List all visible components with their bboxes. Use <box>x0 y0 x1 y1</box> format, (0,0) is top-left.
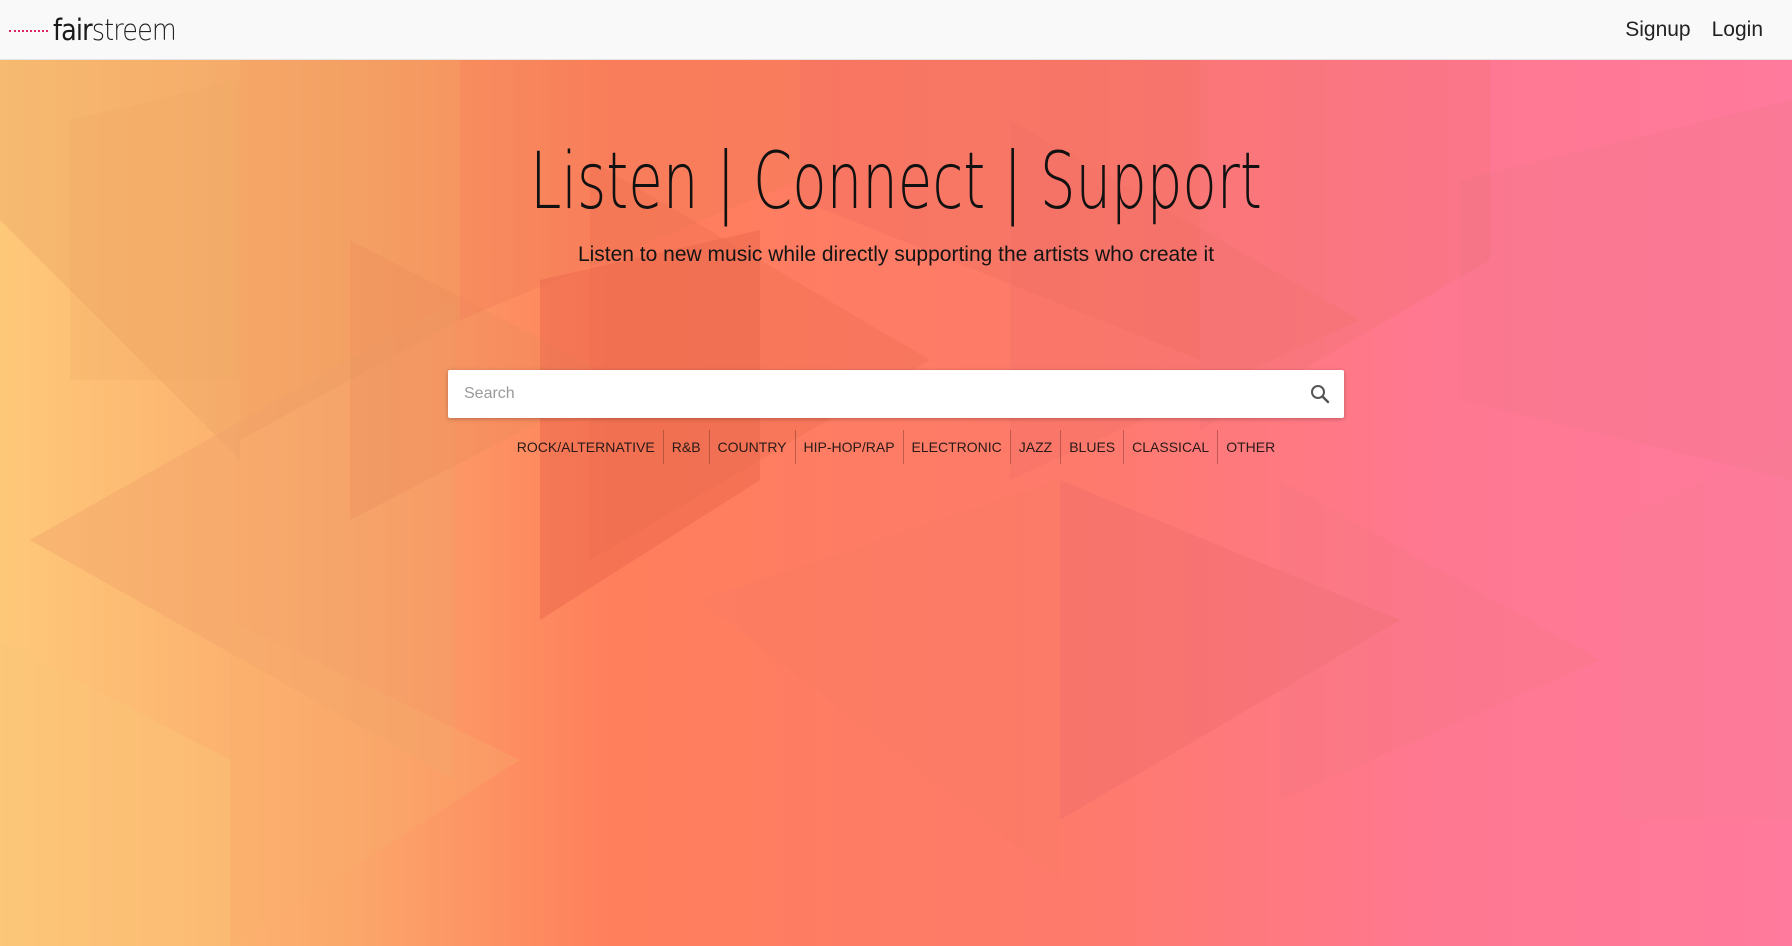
login-link[interactable]: Login <box>1712 18 1763 42</box>
brand-name-streem: streem <box>91 13 177 47</box>
genre-list: ROCK/ALTERNATIVE R&B COUNTRY HIP-HOP/RAP… <box>0 430 1792 464</box>
genre-link-rock-alternative[interactable]: ROCK/ALTERNATIVE <box>509 430 663 464</box>
top-navbar: fairstreem Signup Login <box>0 0 1792 60</box>
search-bar <box>448 370 1344 418</box>
hero-subtitle: Listen to new music while directly suppo… <box>577 243 1215 266</box>
genre-link-classical[interactable]: CLASSICAL <box>1123 430 1217 464</box>
signup-link[interactable]: Signup <box>1625 18 1690 42</box>
hero-section: Listen | Connect | Support Listen to new… <box>0 60 1792 946</box>
genre-link-jazz[interactable]: JAZZ <box>1009 430 1060 464</box>
brand-logo[interactable]: fairstreem <box>9 12 193 48</box>
genre-link-other[interactable]: OTHER <box>1217 430 1283 464</box>
search-icon[interactable] <box>1308 382 1332 406</box>
logo-dots-icon <box>9 30 48 32</box>
genre-link-hip-hop-rap[interactable]: HIP-HOP/RAP <box>794 430 903 464</box>
brand-wordmark: fairstreem <box>53 12 177 48</box>
brand-name-fair: fair <box>53 13 93 47</box>
search-input[interactable] <box>448 370 1288 418</box>
genre-link-rnb[interactable]: R&B <box>662 430 709 464</box>
hero-title: Listen | Connect | Support <box>530 137 1262 227</box>
genre-link-blues[interactable]: BLUES <box>1060 430 1123 464</box>
genre-link-country[interactable]: COUNTRY <box>708 430 795 464</box>
genre-link-electronic[interactable]: ELECTRONIC <box>902 430 1010 464</box>
nav-links: Signup Login <box>1625 0 1763 60</box>
